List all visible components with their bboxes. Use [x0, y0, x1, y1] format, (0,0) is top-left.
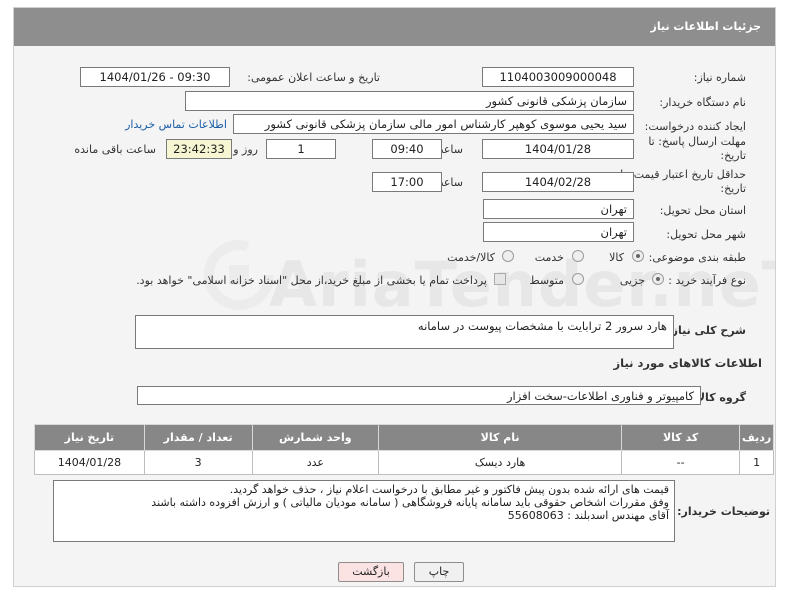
goods-group-field[interactable]: کامپیوتر و فناوری اطلاعات-سخت افزار	[137, 386, 701, 405]
process-radio-minor[interactable]	[652, 273, 664, 285]
creator-label: ایجاد کننده درخواست:	[644, 120, 746, 133]
treasury-payment-note: پرداخت تمام یا بخشی از مبلغ خرید،از محل …	[136, 274, 487, 287]
cell-date: 1404/01/28	[34, 450, 145, 475]
category-option-goods-service: کالا/خدمت	[447, 251, 495, 264]
remaining-time-field[interactable]: 23:42:33	[166, 139, 232, 159]
price-validity-date-field[interactable]: 1404/02/28	[482, 172, 634, 192]
reply-date-field[interactable]: 1404/01/28	[482, 139, 634, 159]
need-number-field[interactable]: 1104003009000048	[482, 67, 634, 87]
cell-row: 1	[739, 450, 774, 475]
cell-unit: عدد	[251, 450, 380, 475]
creator-field[interactable]: سید یحیی موسوی کوهپر کارشناس امور مالی س…	[233, 114, 634, 134]
buyer-notes-field[interactable]: قیمت های ارائه شده بدون پیش فاکتور و غیر…	[53, 480, 675, 542]
summary-field[interactable]: هارد سرور 2 ترابایت با مشخصات پیوست در س…	[135, 315, 674, 349]
announce-date-label: تاریخ و ساعت اعلان عمومی:	[247, 71, 380, 84]
cell-name: هارد دیسک	[378, 450, 622, 475]
process-radio-medium[interactable]	[572, 273, 584, 285]
summary-text: هارد سرور 2 ترابایت با مشخصات پیوست در س…	[417, 319, 667, 333]
category-option-service: خدمت	[534, 251, 564, 264]
reply-deadline-label: مهلت ارسال پاسخ: تا تاریخ:	[648, 135, 746, 162]
buyer-org-label: نام دستگاه خریدار:	[659, 96, 746, 109]
need-number-label: شماره نیاز:	[693, 71, 746, 84]
announce-date-field[interactable]: 1404/01/26 - 09:30	[80, 67, 230, 87]
province-label: استان محل تحویل:	[659, 204, 746, 217]
price-validity-label: حداقل تاریخ اعتبار قیمت: تا تاریخ:	[620, 168, 746, 195]
panel-title: جزئیات اطلاعات نیاز	[14, 8, 775, 46]
buyer-notes-line-2: وفق مقررات اشخاص حقوقی باید سامانه پایان…	[151, 496, 669, 509]
table-row[interactable]: 1 -- هارد دیسک عدد 3 1404/01/28	[34, 450, 774, 475]
category-option-goods: کالا	[609, 251, 624, 264]
buyer-notes-line-1: قیمت های ارائه شده بدون پیش فاکتور و غیر…	[229, 483, 669, 496]
summary-label: شرح کلی نیاز:	[667, 324, 746, 337]
category-label: طبقه بندی موضوعی:	[648, 251, 746, 264]
buyer-notes-line-3: آقای مهندس اسدبلند : 55608063	[507, 509, 669, 522]
cell-qty: 3	[143, 450, 253, 475]
category-radio-goods[interactable]	[632, 250, 644, 262]
buyer-org-field[interactable]: سازمان پزشکی قانونی کشور	[185, 91, 634, 111]
days-label: روز و	[233, 143, 258, 156]
back-button[interactable]: بازگشت	[338, 562, 404, 582]
category-radio-service[interactable]	[572, 250, 584, 262]
cell-code: --	[620, 450, 741, 475]
col-row: ردیف	[739, 424, 774, 451]
goods-table-header: ردیف کد کالا نام کالا واحد شمارش تعداد /…	[34, 424, 774, 451]
category-radio-goods-service[interactable]	[502, 250, 514, 262]
col-code: کد کالا	[620, 424, 741, 451]
col-qty: تعداد / مقدار	[143, 424, 253, 451]
process-type-label: نوع فرآیند خرید :	[668, 274, 746, 287]
col-name: نام کالا	[378, 424, 622, 451]
goods-section-title: اطلاعات کالاهای مورد نیاز	[613, 356, 762, 370]
buyer-notes-label: توضیحات خریدار:	[677, 505, 770, 518]
city-field[interactable]: تهران	[483, 222, 634, 242]
goods-table: ردیف کد کالا نام کالا واحد شمارش تعداد /…	[34, 424, 774, 475]
col-date: تاریخ نیاز	[34, 424, 145, 451]
province-field[interactable]: تهران	[483, 199, 634, 219]
process-option-medium: متوسط	[529, 274, 564, 287]
remaining-time-label: ساعت باقی مانده	[74, 143, 156, 156]
price-validity-time-field[interactable]: 17:00	[372, 172, 442, 192]
process-option-minor: جزیی	[619, 274, 645, 287]
buyer-contact-link[interactable]: اطلاعات تماس خریدار	[125, 118, 227, 131]
reply-time-field[interactable]: 09:40	[372, 139, 442, 159]
treasury-payment-checkbox[interactable]	[494, 273, 506, 285]
days-remaining-field[interactable]: 1	[266, 139, 336, 159]
city-label: شهر محل تحویل:	[666, 228, 746, 241]
print-button[interactable]: چاپ	[414, 562, 464, 582]
col-unit: واحد شمارش	[251, 424, 380, 451]
